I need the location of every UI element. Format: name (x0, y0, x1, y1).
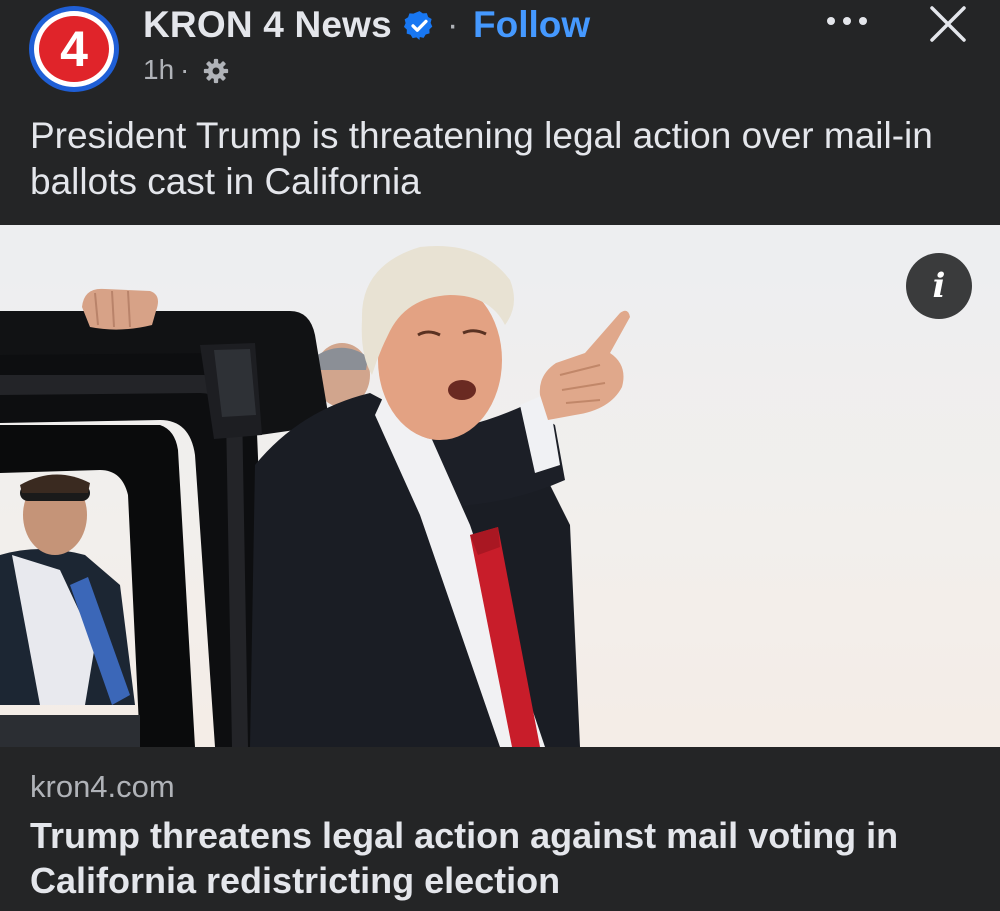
post-photo[interactable] (0, 225, 1000, 747)
post-caption: President Trump is threatening legal act… (30, 115, 933, 202)
gear-icon[interactable] (203, 58, 229, 84)
post-header: 4 KRON 4 News · Follow 1h · President Tr… (0, 0, 1000, 225)
follow-button[interactable]: Follow (473, 2, 590, 48)
avatar-text: 4 (60, 21, 88, 77)
kron4-logo-icon: 4 (29, 6, 119, 92)
link-domain: kron4.com (30, 769, 175, 804)
header-dot-separator: · (447, 6, 459, 44)
meta-dot-separator: · (180, 54, 190, 85)
verified-badge-icon (403, 11, 433, 40)
link-headline[interactable]: Trump threatens legal action against mai… (30, 813, 970, 903)
more-options-icon[interactable] (825, 8, 869, 34)
hand-on-door (82, 288, 158, 330)
close-icon[interactable] (928, 4, 968, 44)
news-photo-illustration (0, 225, 1000, 747)
info-button[interactable]: i (906, 253, 972, 319)
page-name[interactable]: KRON 4 News (143, 2, 392, 48)
page-avatar[interactable]: 4 (27, 4, 121, 94)
post-time[interactable]: 1h (143, 53, 174, 87)
link-preview[interactable]: kron4.com Trump threatens legal action a… (0, 747, 1000, 911)
